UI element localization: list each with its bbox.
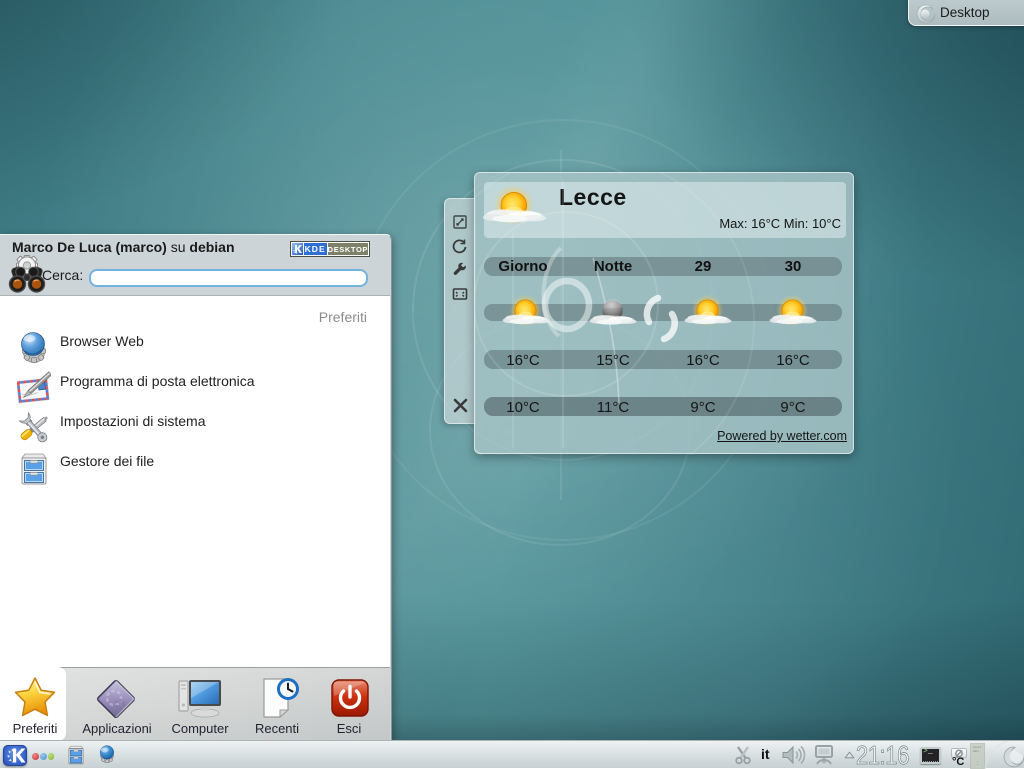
svg-text:21:16: 21:16: [856, 741, 909, 769]
